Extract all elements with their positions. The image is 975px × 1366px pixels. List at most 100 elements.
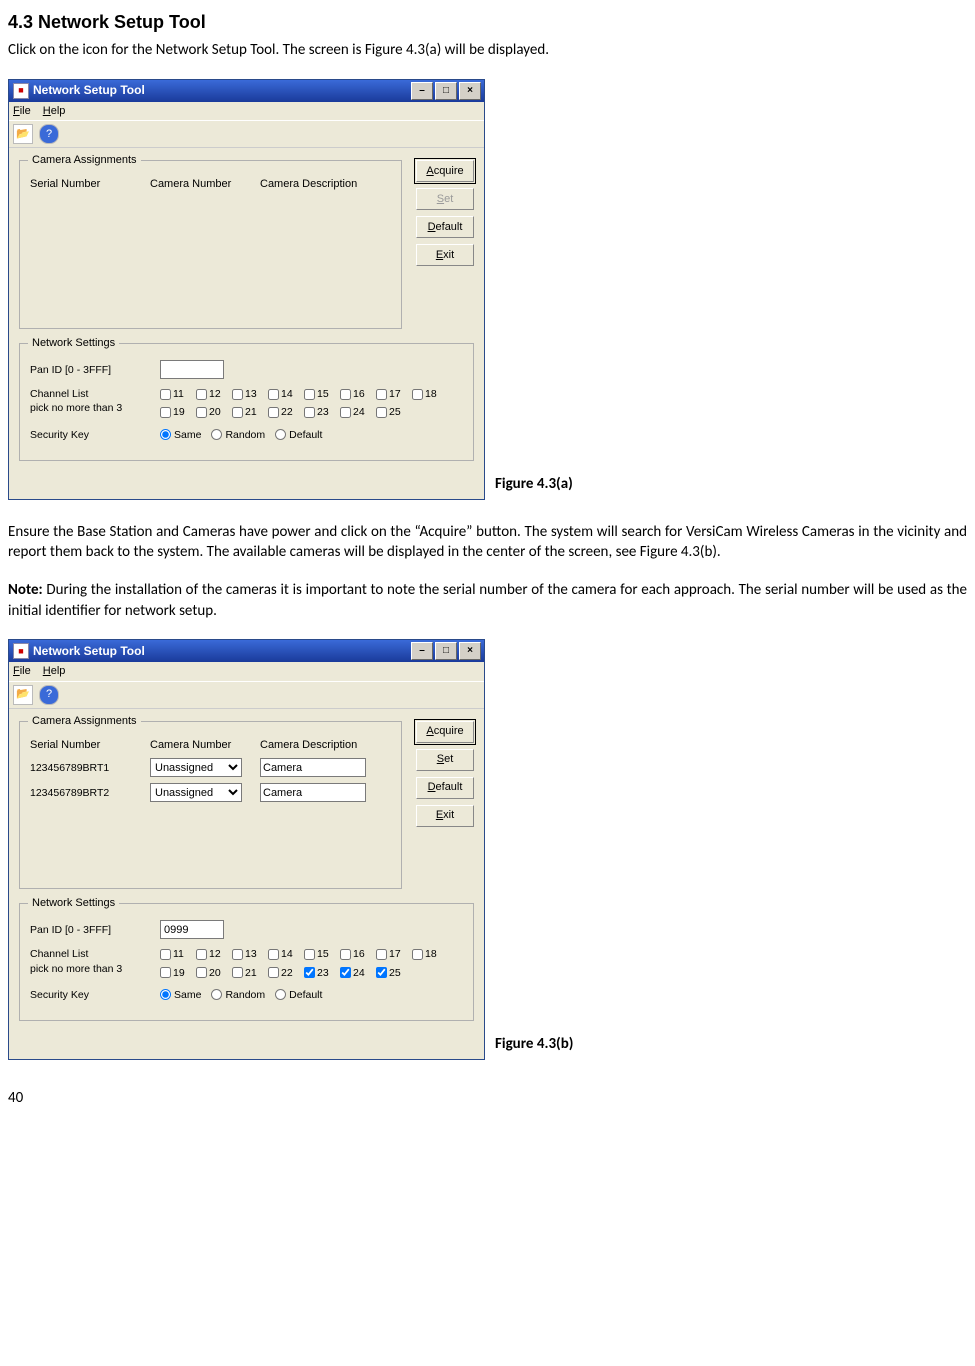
note-paragraph: Note: During the installation of the cam…	[8, 580, 967, 621]
radio-random[interactable]: Random	[211, 428, 265, 442]
channel-19-label: 19	[173, 405, 185, 419]
channel-17-label: 17	[389, 387, 401, 401]
channel-17: 17	[376, 947, 408, 961]
camera-description-input[interactable]	[260, 783, 366, 802]
radio-default[interactable]: Default	[275, 988, 322, 1002]
close-button[interactable]: ×	[459, 82, 481, 100]
table-row: 123456789BRT2 Unassigned	[30, 783, 391, 802]
security-key-label: Security Key	[30, 988, 160, 1002]
pan-id-input[interactable]	[160, 360, 224, 379]
channel-16-checkbox[interactable]	[340, 389, 351, 400]
intro-paragraph: Click on the icon for the Network Setup …	[8, 40, 967, 60]
radio-default-input[interactable]	[275, 989, 286, 1000]
radio-same-input[interactable]	[160, 429, 171, 440]
default-button[interactable]: Default	[416, 216, 474, 238]
channel-14-label: 14	[281, 387, 293, 401]
channel-12-checkbox[interactable]	[196, 949, 207, 960]
acquire-button[interactable]: Acquire	[416, 721, 474, 743]
channel-18: 18	[412, 947, 444, 961]
menu-help[interactable]: Help	[43, 104, 66, 119]
radio-random-input[interactable]	[211, 989, 222, 1000]
channel-12-checkbox[interactable]	[196, 389, 207, 400]
channel-20-checkbox[interactable]	[196, 407, 207, 418]
assign-headers: Serial Number Camera Number Camera Descr…	[30, 177, 391, 192]
maximize-button[interactable]: □	[435, 82, 457, 100]
radio-random[interactable]: Random	[211, 988, 265, 1002]
channel-21-label: 21	[245, 405, 257, 419]
channel-25-checkbox[interactable]	[376, 967, 387, 978]
channel-23-checkbox[interactable]	[304, 967, 315, 978]
channel-15-checkbox[interactable]	[304, 949, 315, 960]
channel-19-checkbox[interactable]	[160, 407, 171, 418]
channel-21-checkbox[interactable]	[232, 407, 243, 418]
channel-15-checkbox[interactable]	[304, 389, 315, 400]
radio-default[interactable]: Default	[275, 428, 322, 442]
toolbar-open-icon[interactable]: 📂	[13, 124, 33, 144]
table-row: 123456789BRT1 Unassigned	[30, 758, 391, 777]
minimize-button[interactable]: –	[411, 642, 433, 660]
toolbar: 📂 ?	[9, 121, 484, 148]
radio-default-input[interactable]	[275, 429, 286, 440]
channel-23-label: 23	[317, 966, 329, 980]
menu-file[interactable]: File	[13, 104, 31, 119]
menu-help[interactable]: Help	[43, 664, 66, 679]
toolbar-help-icon[interactable]: ?	[39, 124, 59, 144]
channel-24-checkbox[interactable]	[340, 967, 351, 978]
camera-assignments-group: Camera Assignments Serial Number Camera …	[19, 160, 402, 329]
channel-21-label: 21	[245, 966, 257, 980]
pan-id-input[interactable]	[160, 920, 224, 939]
channel-25-checkbox[interactable]	[376, 407, 387, 418]
channel-18-checkbox[interactable]	[412, 389, 423, 400]
channel-11-checkbox[interactable]	[160, 389, 171, 400]
pan-id-label: Pan ID [0 - 3FFF]	[30, 363, 160, 377]
menu-file[interactable]: File	[13, 664, 31, 679]
acquire-button[interactable]: Acquire	[416, 160, 474, 182]
close-button[interactable]: ×	[459, 642, 481, 660]
channel-13-checkbox[interactable]	[232, 389, 243, 400]
channel-11-checkbox[interactable]	[160, 949, 171, 960]
channel-18-label: 18	[425, 387, 437, 401]
channel-19-checkbox[interactable]	[160, 967, 171, 978]
exit-button[interactable]: Exit	[416, 244, 474, 266]
col-serial: Serial Number	[30, 738, 150, 753]
radio-same[interactable]: Same	[160, 988, 201, 1002]
radio-random-input[interactable]	[211, 429, 222, 440]
channel-21: 21	[232, 966, 264, 980]
set-button[interactable]: Set	[416, 749, 474, 771]
minimize-button[interactable]: –	[411, 82, 433, 100]
channel-16-checkbox[interactable]	[340, 949, 351, 960]
channel-20: 20	[196, 405, 228, 419]
channel-15-label: 15	[317, 387, 329, 401]
default-button[interactable]: Default	[416, 777, 474, 799]
channel-14-checkbox[interactable]	[268, 949, 279, 960]
toolbar-open-icon[interactable]: 📂	[13, 685, 33, 705]
toolbar-help-icon[interactable]: ?	[39, 685, 59, 705]
channel-18-checkbox[interactable]	[412, 949, 423, 960]
channel-20-checkbox[interactable]	[196, 967, 207, 978]
channel-13-checkbox[interactable]	[232, 949, 243, 960]
channel-21-checkbox[interactable]	[232, 967, 243, 978]
channel-17-checkbox[interactable]	[376, 389, 387, 400]
paragraph-2: Ensure the Base Station and Cameras have…	[8, 522, 967, 563]
channel-19: 19	[160, 966, 192, 980]
channel-22-checkbox[interactable]	[268, 407, 279, 418]
channel-23: 23	[304, 966, 336, 980]
app-window-b: ■ Network Setup Tool – □ × File Help 📂 ?…	[8, 639, 485, 1060]
exit-button[interactable]: Exit	[416, 805, 474, 827]
camera-number-select[interactable]: Unassigned	[150, 758, 242, 777]
note-body: During the installation of the cameras i…	[8, 581, 967, 619]
channel-17-checkbox[interactable]	[376, 949, 387, 960]
maximize-button[interactable]: □	[435, 642, 457, 660]
camera-number-select[interactable]: Unassigned	[150, 783, 242, 802]
channel-24-checkbox[interactable]	[340, 407, 351, 418]
channel-14-checkbox[interactable]	[268, 389, 279, 400]
channel-12: 12	[196, 387, 228, 401]
security-key-radios: Same Random Default	[160, 428, 322, 442]
channel-19: 19	[160, 405, 192, 419]
radio-same-input[interactable]	[160, 989, 171, 1000]
radio-same[interactable]: Same	[160, 428, 201, 442]
camera-description-input[interactable]	[260, 758, 366, 777]
channel-22-label: 22	[281, 405, 293, 419]
channel-23-checkbox[interactable]	[304, 407, 315, 418]
channel-22-checkbox[interactable]	[268, 967, 279, 978]
